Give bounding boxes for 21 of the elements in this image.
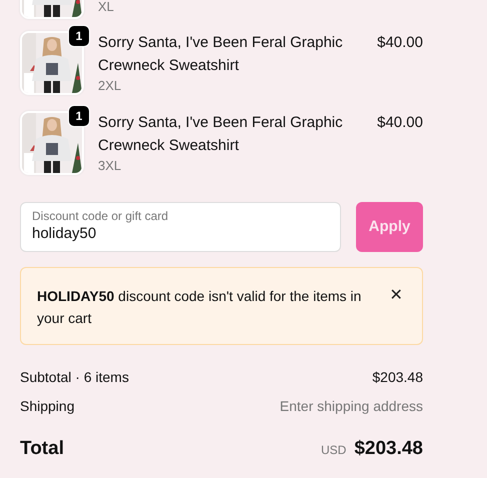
summary-label: Subtotal · 6 items: [20, 368, 129, 387]
field-label: Discount code or gift card: [32, 209, 170, 223]
product-price: $40.00: [376, 113, 423, 133]
quantity-badge: 1: [68, 105, 90, 127]
discount-field[interactable]: Discount code or gift card holiday50: [20, 202, 341, 252]
product-variant: XL: [98, 0, 115, 16]
discount-input[interactable]: holiday50: [32, 223, 329, 246]
quantity-badge: 1: [68, 25, 90, 47]
product-variant: 3XL: [98, 157, 122, 175]
product-variant: 2XL: [98, 77, 122, 95]
close-button[interactable]: ✕: [386, 285, 406, 307]
summary-label: Shipping: [20, 397, 74, 416]
currency-code: USD: [320, 443, 346, 457]
summary-value: $203.48: [354, 438, 423, 459]
product-price: $40.00: [376, 33, 423, 53]
product-title: Sorry Santa, I've Been Feral Graphic Crewneck Sweatshirt: [98, 33, 344, 76]
product-title: Sorry Santa, I've Been Feral Graphic Crewneck Sweatshirt: [98, 113, 344, 156]
alert-message: HOLIDAY50 discount code isn't valid for the items in your cart: [37, 287, 362, 327]
summary-value: Enter shipping address: [280, 397, 423, 416]
summary-label: Total: [20, 437, 64, 461]
summary-value: $203.48: [372, 368, 423, 387]
